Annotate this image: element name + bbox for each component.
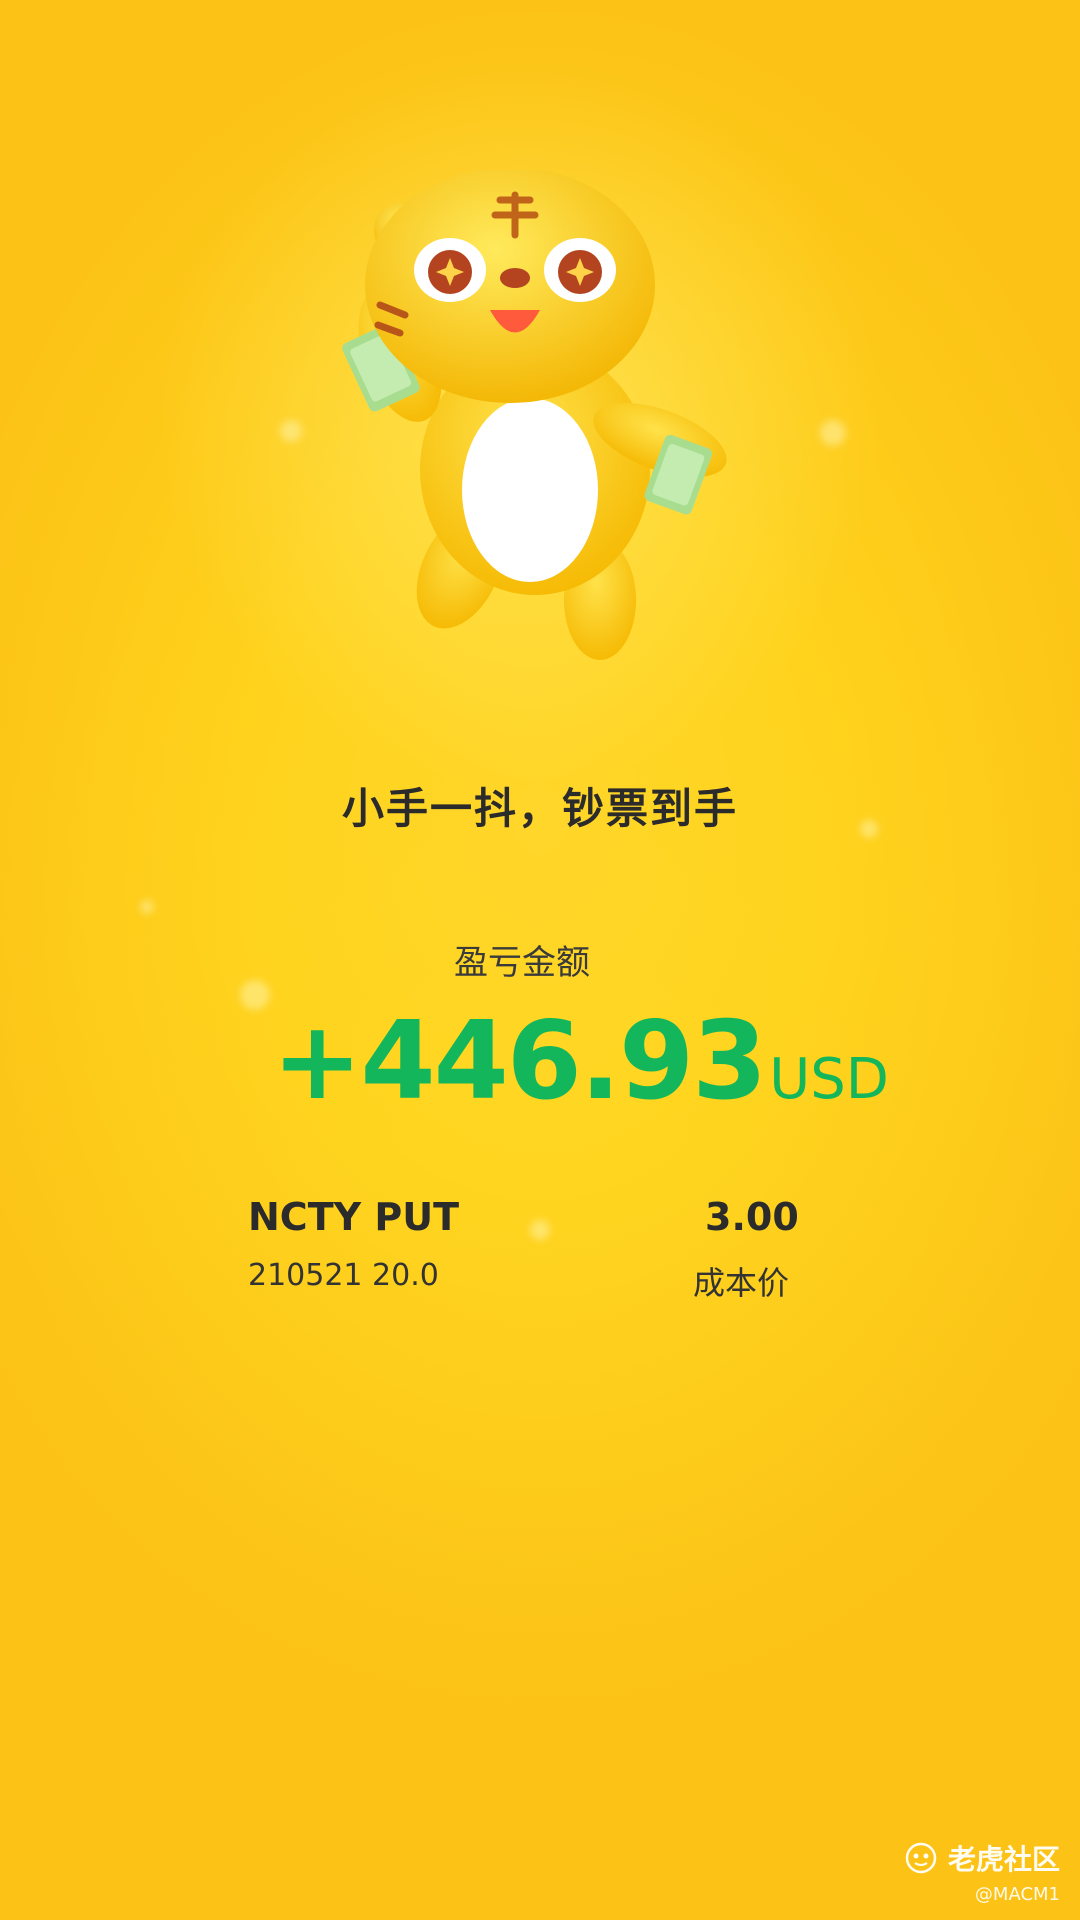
tiger-logo-icon [905,1842,937,1874]
cost-label: 成本价 [693,1264,790,1302]
watermark-brand: 老虎社区 [947,1843,1060,1876]
pnl-label: 盈亏金额 [454,943,590,983]
tiger-mascot-icon [342,170,727,660]
pnl-currency: USD [769,1047,889,1112]
cost-value: 3.00 [705,1195,799,1239]
sparkle [240,980,270,1010]
contract-name: NCTY PUT [248,1195,459,1239]
sparkle [530,1220,550,1240]
contract-detail: 210521 20.0 [248,1258,439,1293]
headline: 小手一抖，钞票到手 [341,784,738,833]
sparkle [140,900,154,914]
watermark: 老虎社区 [904,1838,1060,1878]
pnl-amount: +446.93 USD [272,1008,889,1128]
sparkle [820,420,846,446]
watermark-user: @MACM1 [974,1884,1060,1905]
pnl-value: +446.93 [272,999,767,1124]
sparkle [280,420,302,442]
